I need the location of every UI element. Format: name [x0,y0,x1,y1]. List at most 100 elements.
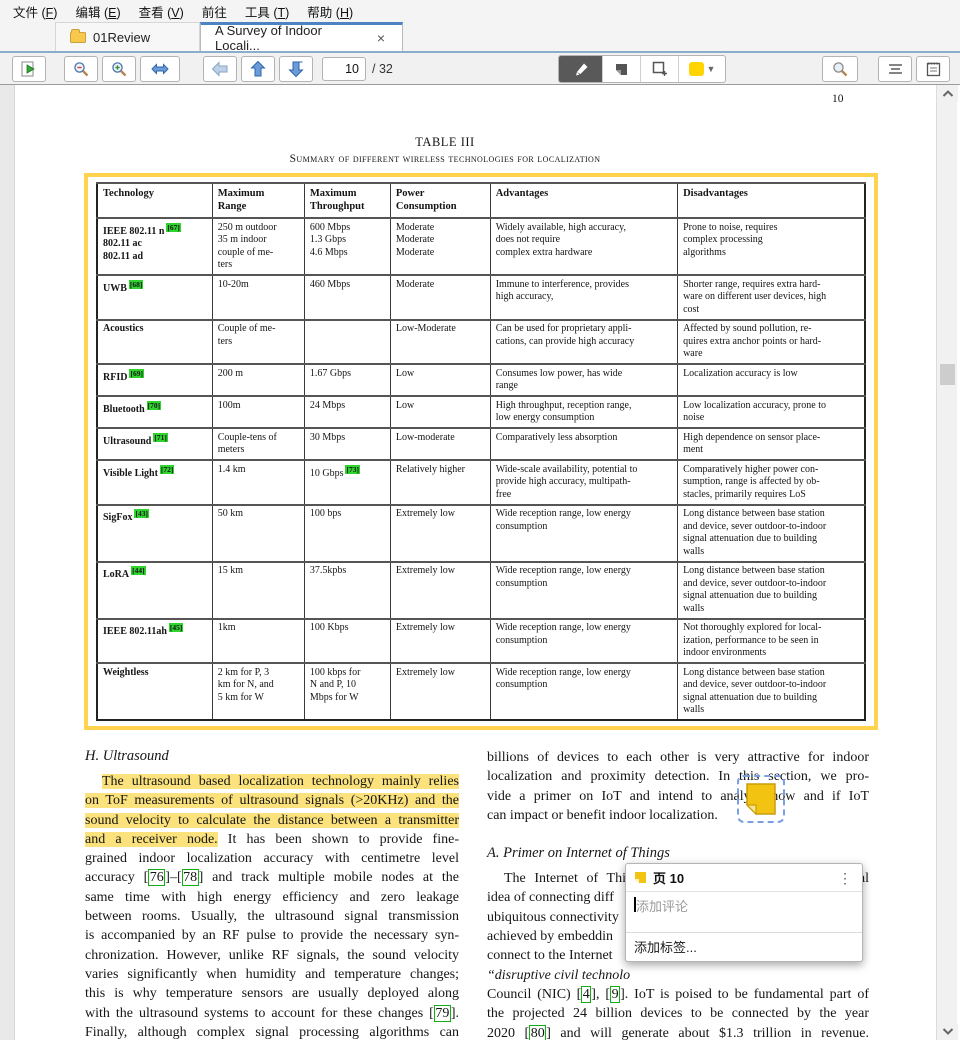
citation-link[interactable]: [68] [129,280,144,289]
sticky-note-annotation[interactable] [737,775,785,823]
annotation-color-button[interactable]: ▼ [679,56,725,82]
citation-link[interactable]: 80 [529,1025,546,1040]
page-up-button[interactable] [241,56,275,82]
citation-link[interactable]: 9 [610,986,620,1003]
cell-technology: Acoustics [97,320,212,365]
citation-link[interactable]: 76 [148,869,165,886]
text-line: can impact or benefit indoor localizatio… [487,806,869,825]
scroll-up-button[interactable] [937,85,958,102]
tab-survey-pdf[interactable]: A Survey of Indoor Locali... × [200,22,403,51]
citation-link[interactable]: [73] [345,465,360,474]
table-row: IEEE 802.11 n[67]802.11 ac802.11 ad250 m… [97,218,865,275]
text-line: this is why temperature sensors are usua… [85,984,459,1003]
cell-throughput [304,320,390,365]
annotations-list-button[interactable] [916,56,950,82]
cell-throughput: 30 Mbps [304,428,390,460]
cell-range: 200 m [212,364,304,396]
citation-link[interactable]: [45] [169,623,184,632]
vertical-scrollbar[interactable] [936,85,957,1040]
kebab-menu-icon[interactable]: ⋮ [836,871,854,885]
table-row: Ultrasound[71]Couple-tens of meters30 Mb… [97,428,865,460]
page-down-button[interactable] [279,56,313,82]
cell-range: 50 km [212,505,304,562]
table-row: RFID[69]200 m1.67 GbpsLowConsumes low po… [97,364,865,396]
comment-placeholder: 添加评论 [634,896,854,915]
cell-advantages: Immune to interference, provides high ac… [490,275,677,320]
note-popup-icon [634,871,647,884]
citation-link[interactable]: [67] [166,223,181,232]
table-caption-title: Summary of different wireless technologi… [15,153,875,165]
citation-link[interactable]: [43] [134,509,149,518]
yellow-annotation-rect[interactable]: TechnologyMaximum RangeMaximum Throughpu… [84,173,878,730]
citation-link[interactable]: [70] [147,401,162,410]
text-line: and a receiver node. It has been shown t… [85,830,459,849]
cell-technology: Ultrasound[71] [97,428,212,460]
cell-technology: Visible Light[72] [97,460,212,505]
zoom-in-button[interactable] [102,56,136,82]
cell-range: 1.4 km [212,460,304,505]
cell-advantages: Wide reception range, low energy consump… [490,505,677,562]
right-column-para1: billions of devices to each other is ver… [487,748,869,825]
citation-link[interactable]: [69] [129,369,144,378]
cell-advantages: Widely available, high accuracy, does no… [490,218,677,275]
citation-link[interactable]: 79 [434,1005,451,1022]
annotation-toolbar: ▼ [558,55,726,83]
add-tag-button[interactable]: 添加标签... [626,932,862,961]
citation-link[interactable]: 78 [182,869,199,886]
tab-close-icon[interactable]: × [374,30,388,46]
cell-throughput: 24 Mbps [304,396,390,428]
note-tool-icon [614,62,629,77]
search-icon [832,61,849,78]
citation-link[interactable]: 4 [581,986,591,1003]
toc-list-button[interactable] [878,56,912,82]
text-line: The ultrasound based localization techno… [85,772,459,791]
rect-annotation-tool-button[interactable] [641,56,679,82]
tab-label: A Survey of Indoor Locali... [215,23,367,53]
zoom-out-button[interactable] [64,56,98,82]
text-line: is accompanied by an RF pulse to provide… [85,926,459,945]
sticky-note-tool-button[interactable] [603,56,641,82]
chevron-down-icon: ▼ [707,64,716,74]
back-button[interactable] [203,56,237,82]
cell-advantages: Wide-scale availability, potential to pr… [490,460,677,505]
app-window: 文件 (F)编辑 (E)查看 (V)前往 工具 (T)帮助 (H) 01Revi… [0,0,960,1040]
cell-disadvantages: Not thoroughly explored for local- izati… [678,619,865,664]
column-header: Maximum Throughput [304,183,390,218]
cell-disadvantages: Shorter range, requires extra hard- ware… [678,275,865,320]
summary-table: TechnologyMaximum RangeMaximum Throughpu… [96,182,866,721]
menu-view[interactable]: 查看 (V) [130,0,193,23]
scroll-down-button[interactable] [937,1023,958,1040]
citation-link[interactable]: [71] [153,433,168,442]
cell-range: 250 m outdoor 35 m indoor couple of me- … [212,218,304,275]
cell-throughput: 10 Gbps[73] [304,460,390,505]
menu-file[interactable]: 文件 (F) [4,0,66,23]
citation-link[interactable]: [44] [131,566,146,575]
cell-disadvantages: Low localization accuracy, prone to nois… [678,396,865,428]
tab-01review[interactable]: 01Review [55,22,200,51]
highlight-tool-button[interactable] [559,56,603,82]
scrollbar-thumb[interactable] [940,364,955,385]
note-popup: 页 10 ⋮ 添加评论 添加标签... [625,863,863,962]
citation-link[interactable]: [72] [160,465,175,474]
menu-help[interactable]: 帮助 (H) [298,0,362,23]
toggle-sidebar-button[interactable] [12,56,46,82]
menu-tools[interactable]: 工具 (T) [236,0,298,23]
fit-width-button[interactable] [140,56,180,82]
menu-edit[interactable]: 编辑 (E) [66,0,129,23]
comment-input[interactable]: 添加评论 [626,892,862,932]
fit-width-icon [151,61,169,77]
text-line: sound velocity to calculate the distance… [85,811,459,830]
menu-goto[interactable]: 前往 [193,0,236,23]
cell-power: Low [390,396,490,428]
cell-power: Extremely low [390,505,490,562]
chevron-down-icon [942,1028,954,1035]
tab-label: 01Review [93,30,150,45]
table-row: UWB[68]10-20m460 MbpsModerateImmune to i… [97,275,865,320]
text-line: between rooms. Usually, the ultrasound s… [85,907,459,926]
sidebar-page-icon [21,61,38,77]
cell-technology: IEEE 802.11ah[45] [97,619,212,664]
printed-page-number: 10 [832,93,844,105]
search-button[interactable] [822,56,858,82]
cell-technology: IEEE 802.11 n[67]802.11 ac802.11 ad [97,218,212,275]
page-number-input[interactable] [322,57,366,81]
